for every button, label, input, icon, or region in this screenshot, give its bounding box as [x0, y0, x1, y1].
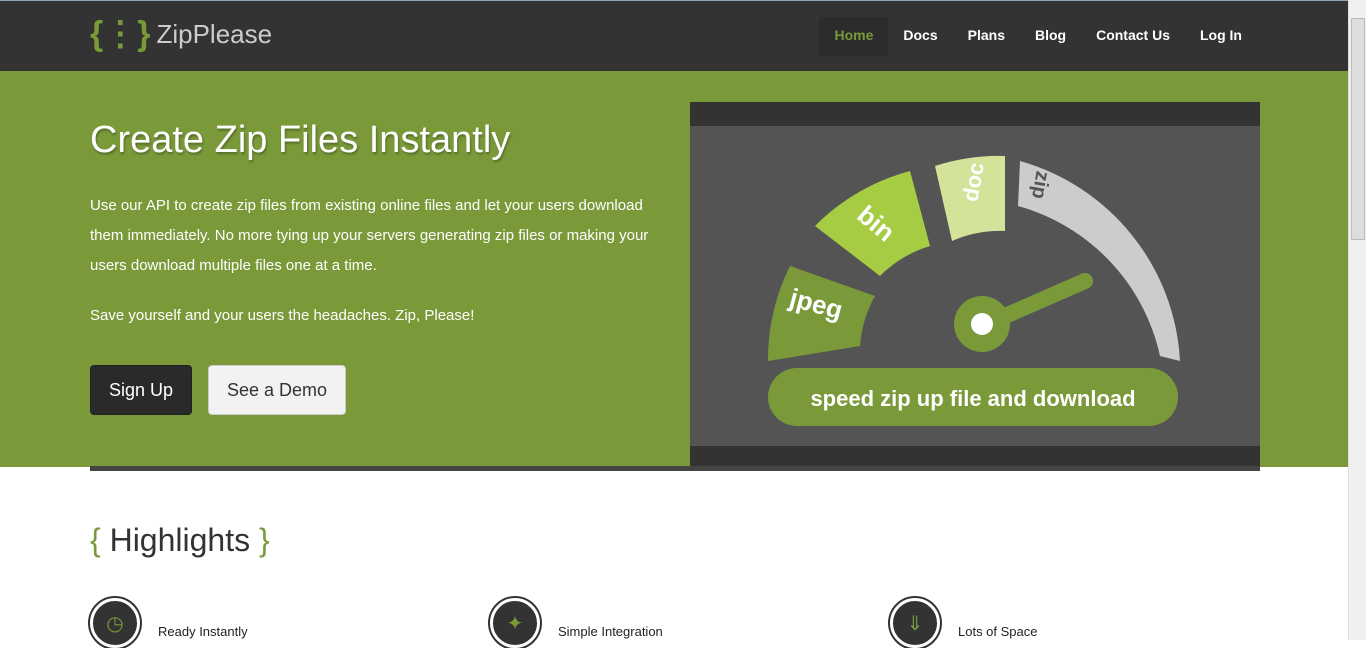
magic-wand-icon: ✦: [490, 598, 540, 648]
scrollbar-thumb[interactable]: [1351, 18, 1365, 240]
logo[interactable]: {⋮} ZipPlease: [90, 17, 272, 51]
see-demo-button[interactable]: See a Demo: [208, 365, 347, 415]
nav-home[interactable]: Home: [819, 17, 889, 56]
sign-up-button[interactable]: Sign Up: [90, 365, 193, 415]
feature-simple-integration: ✦ Simple Integration: [490, 598, 663, 648]
zipper-brace-icon: {⋮}: [90, 15, 151, 53]
feature-label: Ready Instantly: [158, 623, 248, 639]
highlights-heading: { Highlights }: [90, 522, 270, 558]
scrollbar[interactable]: [1348, 0, 1366, 640]
nav-blog[interactable]: Blog: [1020, 17, 1081, 56]
hero-description: Use our API to create zip files from exi…: [90, 197, 649, 274]
nav-plans[interactable]: Plans: [953, 17, 1020, 56]
feature-ready-instantly: ◷ Ready Instantly: [90, 598, 248, 648]
feature-label: Simple Integration: [558, 623, 663, 639]
nav-contact[interactable]: Contact Us: [1081, 17, 1185, 56]
feature-lots-of-space: ⇓ Lots of Space: [890, 598, 1038, 648]
brand-name: ZipPlease: [156, 18, 273, 49]
nav-login[interactable]: Log In: [1185, 17, 1257, 56]
hero: Create Zip Files Instantly Use our API t…: [0, 71, 1349, 470]
feature-label: Lots of Space: [958, 623, 1038, 639]
clock-icon: ◷: [90, 598, 140, 648]
navbar: {⋮} ZipPlease Home Docs Plans Blog Conta…: [0, 0, 1349, 72]
needle: [997, 273, 1093, 324]
speedometer-graphic: jpeg bin doc zip speed zip up file and d…: [690, 102, 1260, 470]
hero-tagline: Save yourself and your users the headach…: [90, 307, 475, 324]
download-icon: ⇓: [890, 598, 940, 648]
hero-title: Create Zip Files Instantly: [90, 119, 511, 161]
caption-text: speed zip up file and download: [810, 386, 1135, 411]
nav-docs[interactable]: Docs: [888, 17, 952, 56]
divider: [90, 466, 1260, 471]
